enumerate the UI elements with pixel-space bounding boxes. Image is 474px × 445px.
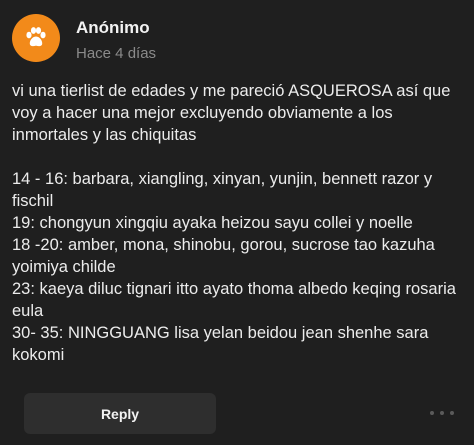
comment-footer: Reply — [0, 388, 474, 445]
avatar[interactable] — [12, 14, 60, 62]
comment-line: 19: chongyun xingqiu ayaka heizou sayu c… — [12, 214, 413, 232]
comment-line: 30- 35: NINGGUANG lisa yelan beidou jean… — [12, 324, 433, 364]
dot — [430, 411, 434, 415]
comment-body: vi una tierlist de edades y me pareció A… — [12, 80, 468, 366]
comment-line: 18 -20: amber, mona, shinobu, gorou, suc… — [12, 236, 440, 276]
author-name[interactable]: Anónimo — [76, 18, 156, 38]
comment-line: 23: kaeya diluc tignari itto ayato thoma… — [12, 280, 461, 320]
reply-button[interactable]: Reply — [24, 393, 216, 434]
more-options-icon[interactable] — [430, 406, 454, 420]
post-timestamp: Hace 4 días — [76, 45, 157, 62]
comment-line: 14 - 16: barbara, xiangling, xinyan, yun… — [12, 170, 437, 210]
dot — [440, 411, 444, 415]
comment-header: Anónimo Hace 4 días — [12, 14, 156, 63]
dot — [450, 411, 454, 415]
comment-post: Anónimo Hace 4 días vi una tierlist de e… — [0, 0, 474, 445]
author-meta: Anónimo Hace 4 días — [76, 14, 156, 63]
paw-icon — [26, 27, 46, 47]
comment-intro: vi una tierlist de edades y me pareció A… — [12, 82, 455, 144]
